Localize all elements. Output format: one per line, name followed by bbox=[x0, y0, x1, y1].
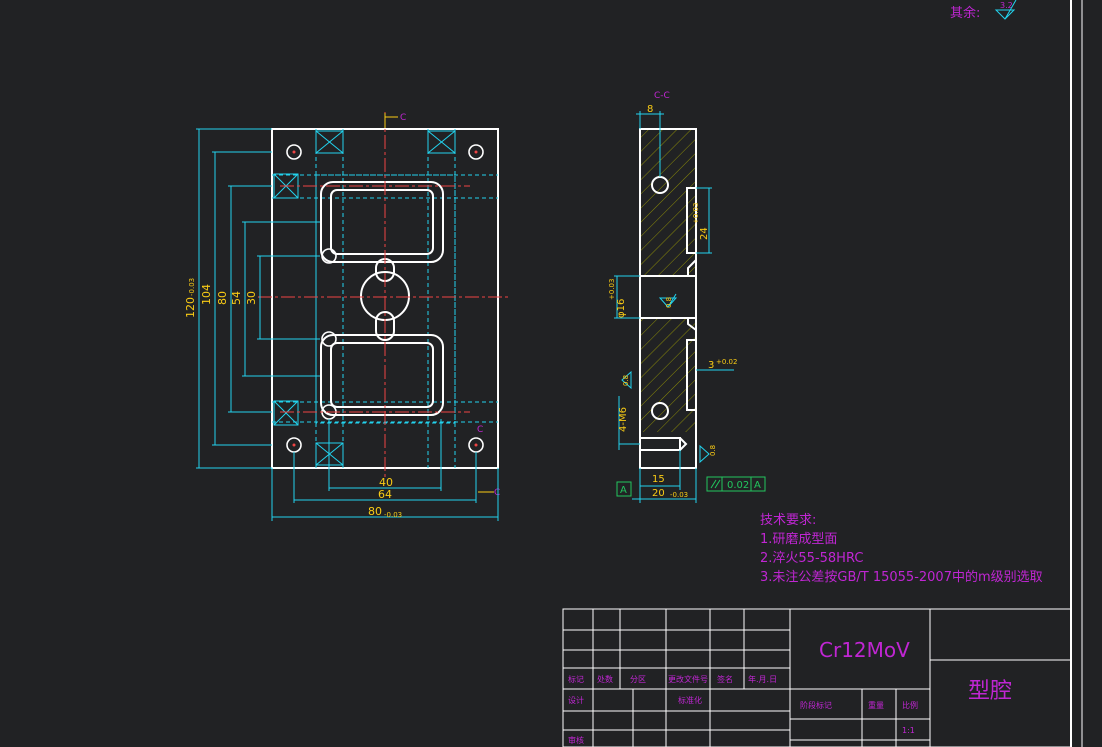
row-label-2: 分区 bbox=[630, 675, 646, 684]
parallel-ref: A bbox=[754, 480, 761, 491]
dim-width-total-tol: -0.03 bbox=[384, 511, 402, 519]
row-label-1: 处数 bbox=[597, 674, 613, 684]
section-marker-top: C bbox=[400, 113, 406, 123]
sec-dim-thread: 4-M6 bbox=[618, 407, 629, 432]
dim-width-total: 80 bbox=[368, 505, 382, 518]
roughness-right-icon bbox=[699, 444, 710, 464]
row-label-5: 年.月.日 bbox=[748, 674, 777, 684]
sec-dim-20-tol: -0.03 bbox=[670, 491, 688, 499]
standard-label: 标准化 bbox=[678, 695, 702, 705]
part-name: 型腔 bbox=[968, 679, 1012, 704]
sec-dim-24-tol: +0.03 bbox=[692, 203, 700, 224]
row-label-0: 标记 bbox=[568, 674, 584, 684]
roughness-bore-value: 0.8 bbox=[665, 297, 673, 308]
sec-dim-20: 20 bbox=[652, 488, 665, 499]
weight-label: 重量 bbox=[868, 700, 884, 710]
roughness-right-value: 0.8 bbox=[709, 445, 717, 456]
tech-requirements-title: 技术要求: bbox=[760, 513, 817, 528]
tech-requirement-1: 1.研磨成型面 bbox=[760, 532, 838, 547]
dim-104: 104 bbox=[200, 284, 213, 305]
tech-requirements: 技术要求: 1.研磨成型面 2.淬火55-58HRC 3.未注公差按GB/T 1… bbox=[760, 511, 1043, 587]
dim-height-total: 120 bbox=[184, 297, 197, 318]
dim-80: 80 bbox=[216, 291, 229, 305]
rest-label: 其余: bbox=[950, 5, 980, 21]
section-marker-side: C bbox=[477, 425, 483, 435]
sec-dim-24: 24 bbox=[699, 227, 710, 240]
cad-drawing: 其余: 3.2 C C C 120 -0.03 104 80 54 30 40 … bbox=[184, 0, 1083, 747]
material-label: Cr12MoV bbox=[819, 638, 910, 662]
dim-64: 64 bbox=[378, 488, 392, 501]
section-view: C-C 8 24 +0.03 φ16 +0.03 3 +0.02 4-M6 15… bbox=[608, 91, 766, 503]
sec-dim-bore-tol: +0.03 bbox=[608, 279, 616, 300]
row-label-3: 更改文件号 bbox=[668, 674, 708, 684]
sec-dim-15: 15 bbox=[652, 474, 665, 485]
front-view: C C C 120 -0.03 104 80 54 30 40 64 80 -0… bbox=[184, 112, 510, 521]
scale-label: 比例 bbox=[902, 700, 918, 710]
sec-dim-3: 3 bbox=[708, 360, 714, 371]
scale-value: 1:1 bbox=[902, 726, 915, 735]
datum-label: A bbox=[620, 485, 627, 496]
sec-dim-bore: φ16 bbox=[616, 299, 627, 318]
sec-dim-3-tol: +0.02 bbox=[716, 358, 737, 366]
sec-dim-8: 8 bbox=[647, 104, 653, 115]
roughness-left-value: 0.8 bbox=[622, 375, 630, 386]
dim-54: 54 bbox=[230, 291, 243, 305]
row-label-4: 签名 bbox=[717, 674, 733, 684]
dim-30: 30 bbox=[245, 291, 258, 305]
section-title: C-C bbox=[654, 91, 670, 101]
dim-height-total-tol: -0.03 bbox=[188, 278, 196, 296]
parallel-tolerance: 0.02 bbox=[727, 480, 749, 491]
tech-requirement-3: 3.未注公差按GB/T 15055-2007中的m级别选取 bbox=[760, 570, 1043, 585]
review-label: 审核 bbox=[568, 735, 584, 745]
section-marker-bottom: C bbox=[494, 488, 500, 498]
stage-label: 阶段标记 bbox=[800, 700, 832, 710]
tech-requirement-2: 2.淬火55-58HRC bbox=[760, 551, 864, 566]
design-label: 设计 bbox=[568, 695, 584, 705]
